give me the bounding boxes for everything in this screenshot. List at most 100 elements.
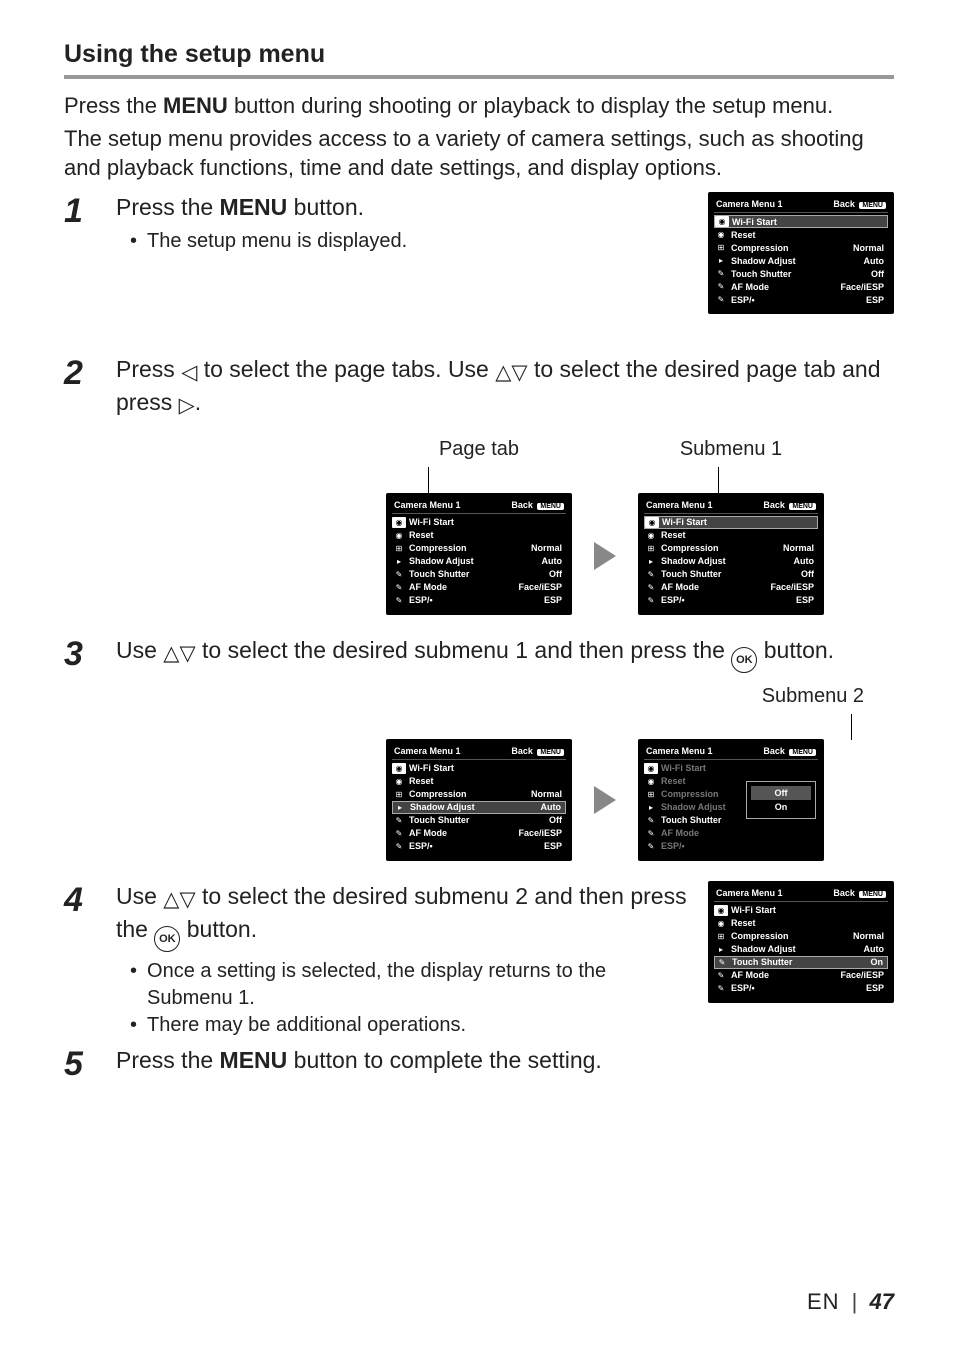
right-triangle-icon: ▷ — [179, 392, 195, 420]
submenu-popup: Off On — [746, 781, 816, 819]
bullet-text: There may be additional operations. — [147, 1012, 466, 1039]
menu-label: Compression — [731, 931, 853, 941]
menu-label: Shadow Adjust — [409, 556, 542, 566]
menu-word: MENU — [220, 194, 288, 220]
left-triangle-icon: ◁ — [181, 359, 197, 387]
menu-row: ⊞CompressionNormal — [714, 930, 888, 943]
menu-row: ⊞CompressionNormal — [644, 542, 818, 555]
intro-paragraph-2: The setup menu provides access to a vari… — [64, 124, 894, 182]
up-triangle-icon: △ — [163, 886, 179, 914]
camera-menu-title: Camera Menu 1 — [716, 888, 783, 898]
wrench-icon: ✎ — [392, 841, 406, 852]
menu-row: ✎Touch ShutterOff — [392, 568, 566, 581]
submenu2-label: Submenu 2 — [116, 685, 864, 708]
menu-row: ✎AF ModeFace/iESP — [392, 827, 566, 840]
camera-icon: ◉ — [392, 517, 406, 528]
menu-row: ✎AF Mode — [644, 827, 818, 840]
menu-value: Auto — [542, 556, 563, 566]
menu-label: Wi-Fi Start — [409, 763, 562, 773]
text: Press the — [116, 1047, 220, 1073]
menu-value: ESP — [866, 983, 884, 993]
camera-icon: ◉ — [714, 905, 728, 916]
wrench-icon: ✎ — [644, 841, 658, 852]
down-triangle-icon: ▽ — [179, 640, 195, 668]
camera-menu-title: Camera Menu 1 — [646, 500, 713, 510]
menu-row: ◉Reset — [644, 529, 818, 542]
camera-menu-title: Camera Menu 1 — [394, 500, 461, 510]
menu-label: ESP/• — [731, 983, 866, 993]
menu-label: ESP/• — [409, 841, 544, 851]
ok-button-icon: OK — [154, 926, 180, 952]
menu-label: Reset — [731, 230, 884, 240]
text: button. — [287, 194, 364, 220]
camera-menu-back: Back MENU — [763, 746, 816, 756]
camera-menu-screenshot-popup: Camera Menu 1Back MENU ◉Wi-Fi Start ◉Res… — [638, 739, 824, 861]
menu-row: ▸Shadow AdjustAuto — [714, 943, 888, 956]
camera-icon: ◉ — [644, 530, 658, 541]
menu-label: AF Mode — [409, 828, 518, 838]
step-number: 5 — [64, 1045, 98, 1081]
menu-label: Compression — [409, 543, 531, 553]
menu-row: ✎Touch ShutterOff — [644, 568, 818, 581]
step-2: 2 Press ◁ to select the page tabs. Use △… — [64, 354, 894, 620]
camera-menu-title: Camera Menu 1 — [716, 199, 783, 209]
camera-menu-screenshot: Camera Menu 1Back MENU ◉Wi-Fi Start ◉Res… — [638, 493, 824, 615]
menu-row: ✎Touch ShutterOff — [392, 814, 566, 827]
menu-value: ESP — [544, 841, 562, 851]
pointer-line-icon — [718, 467, 719, 493]
menu-value: Face/iESP — [840, 282, 884, 292]
menu-row: ✎ESP/•ESP — [392, 840, 566, 853]
arrow-right-icon — [594, 786, 616, 814]
text: button to complete the setting. — [287, 1047, 602, 1073]
menu-row: ◉Reset — [392, 775, 566, 788]
camera-icon: ◉ — [392, 763, 406, 774]
camera-menu-back: Back MENU — [833, 888, 886, 898]
step-number: 3 — [64, 635, 98, 867]
up-triangle-icon: △ — [163, 640, 179, 668]
menu-label: Reset — [731, 918, 884, 928]
arrow-right-icon — [594, 542, 616, 570]
menu-label: AF Mode — [409, 582, 518, 592]
menu-value: Auto — [864, 256, 885, 266]
wrench-icon: ✎ — [392, 595, 406, 606]
camera-menu-screenshot: Camera Menu 1Back MENU ◉Wi-Fi Start ◉Res… — [386, 493, 572, 615]
camera-menu-title: Camera Menu 1 — [394, 746, 461, 756]
menu-row: ◉Reset — [392, 529, 566, 542]
menu-value: Off — [871, 269, 884, 279]
play-icon: ▸ — [392, 556, 406, 567]
menu-label: Wi-Fi Start — [732, 217, 883, 227]
menu-label: Shadow Adjust — [661, 556, 794, 566]
wrench-icon: ✎ — [714, 268, 728, 279]
menu-word: MENU — [220, 1047, 288, 1073]
menu-row: ⊞CompressionNormal — [392, 788, 566, 801]
menu-label: Wi-Fi Start — [409, 517, 562, 527]
menu-label: AF Mode — [661, 828, 814, 838]
menu-value: Face/iESP — [840, 970, 884, 980]
bullet-text: Once a setting is selected, the display … — [147, 958, 694, 1012]
menu-value: Auto — [541, 802, 562, 812]
up-triangle-icon: △ — [495, 359, 511, 387]
video-icon: ⊞ — [392, 543, 406, 554]
step-text: Press the MENU button to complete the se… — [116, 1045, 894, 1075]
wrench-icon: ✎ — [644, 815, 658, 826]
menu-row: ▸Shadow AdjustAuto — [644, 555, 818, 568]
menu-row: ◉Wi-Fi Start — [714, 215, 888, 228]
camera-menu-back: Back MENU — [833, 199, 886, 209]
down-triangle-icon: ▽ — [179, 886, 195, 914]
camera-menu-title: Camera Menu 1 — [646, 746, 713, 756]
wrench-icon: ✎ — [715, 957, 729, 968]
footer-lang: EN — [807, 1289, 840, 1314]
step-number: 1 — [64, 192, 98, 324]
menu-value: ESP — [796, 595, 814, 605]
menu-badge-icon: MENU — [789, 749, 816, 756]
menu-row: ✎AF ModeFace/iESP — [714, 969, 888, 982]
section-title: Using the setup menu — [64, 40, 894, 79]
menu-row: ▸Shadow AdjustAuto — [714, 254, 888, 267]
text: button. — [180, 916, 257, 942]
menu-value: Normal — [531, 789, 562, 799]
text: to select the desired submenu 1 and then… — [196, 637, 732, 663]
text: button during shooting or playback to di… — [228, 93, 833, 118]
camera-icon: ◉ — [645, 517, 659, 528]
submenu1-label: Submenu 1 — [638, 438, 824, 461]
play-icon: ▸ — [644, 802, 658, 813]
